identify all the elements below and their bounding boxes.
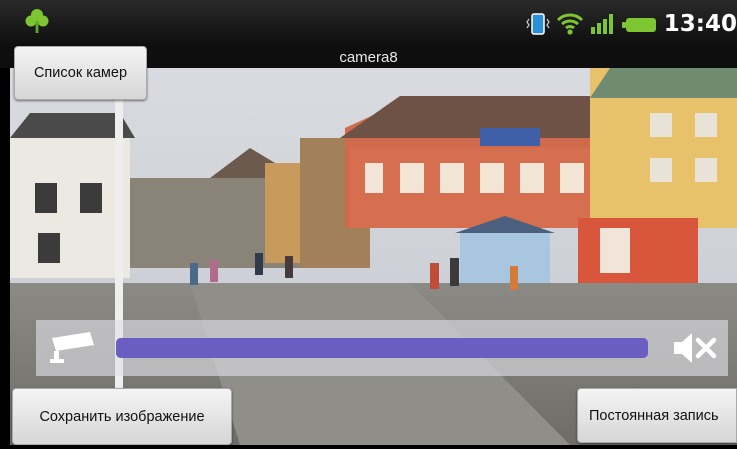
- constant-record-button[interactable]: Постоянная запись: [577, 388, 737, 443]
- signal-icon: [590, 13, 613, 34]
- cctv-camera-icon[interactable]: [48, 331, 98, 365]
- speaker-muted-icon[interactable]: [672, 330, 718, 366]
- status-bar: 13:40: [0, 0, 737, 47]
- stream-progress-bar[interactable]: [116, 338, 648, 358]
- stream-progress-fill: [116, 338, 648, 358]
- battery-icon: [621, 17, 656, 32]
- status-clock: 13:40: [663, 10, 737, 37]
- playback-control-panel: [36, 320, 728, 376]
- save-image-button[interactable]: Сохранить изображение: [12, 388, 232, 445]
- vibrate-icon: [526, 12, 550, 35]
- app-clover-icon: [25, 9, 49, 33]
- wifi-icon: [556, 13, 583, 35]
- status-icons: 13:40: [526, 0, 737, 47]
- camera-list-button[interactable]: Список камер: [14, 46, 147, 100]
